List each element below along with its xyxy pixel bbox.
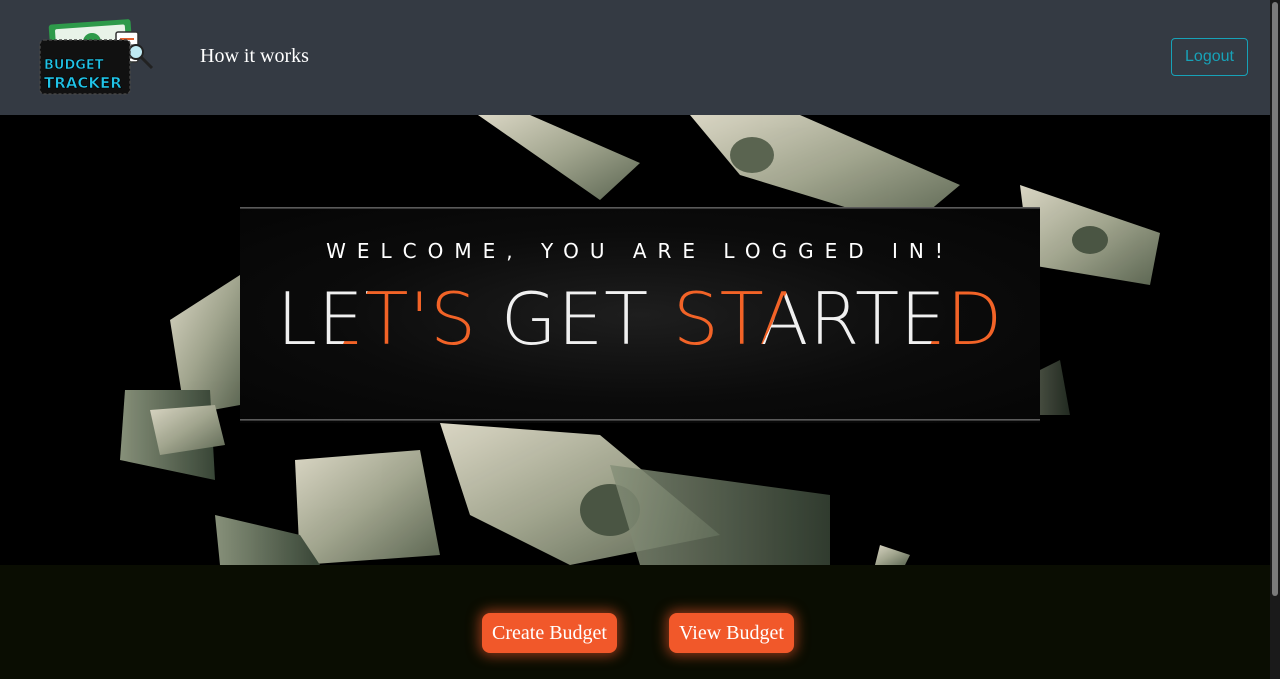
nav-link-how-it-works[interactable]: How it works bbox=[200, 45, 309, 68]
logo-icon: BUDGET TRACKER bbox=[39, 19, 154, 95]
headline: LET'S GET STARTED bbox=[240, 277, 1040, 361]
hero-section: WELCOME, YOU ARE LOGGED IN! LET'S GET ST… bbox=[0, 115, 1270, 565]
view-budget-button[interactable]: View Budget bbox=[669, 613, 794, 653]
welcome-message: WELCOME, YOU ARE LOGGED IN! bbox=[326, 239, 954, 263]
logout-button[interactable]: Logout bbox=[1171, 38, 1248, 76]
budget-tracker-logo[interactable]: BUDGET TRACKER bbox=[38, 18, 160, 98]
scrollbar-thumb[interactable] bbox=[1272, 2, 1278, 596]
logo-text-tracker: TRACKER bbox=[44, 74, 122, 92]
create-budget-button[interactable]: Create Budget bbox=[482, 613, 617, 653]
banner-top-rule bbox=[240, 207, 1040, 209]
navbar: BUDGET TRACKER How it works Logout bbox=[0, 0, 1270, 115]
welcome-banner: WELCOME, YOU ARE LOGGED IN! LET'S GET ST… bbox=[240, 207, 1040, 423]
banner-bottom-rule bbox=[240, 419, 1040, 421]
actions-section: Create Budget View Budget bbox=[0, 565, 1270, 679]
logo-text-budget: BUDGET bbox=[44, 58, 104, 73]
scrollbar[interactable] bbox=[1270, 0, 1280, 679]
